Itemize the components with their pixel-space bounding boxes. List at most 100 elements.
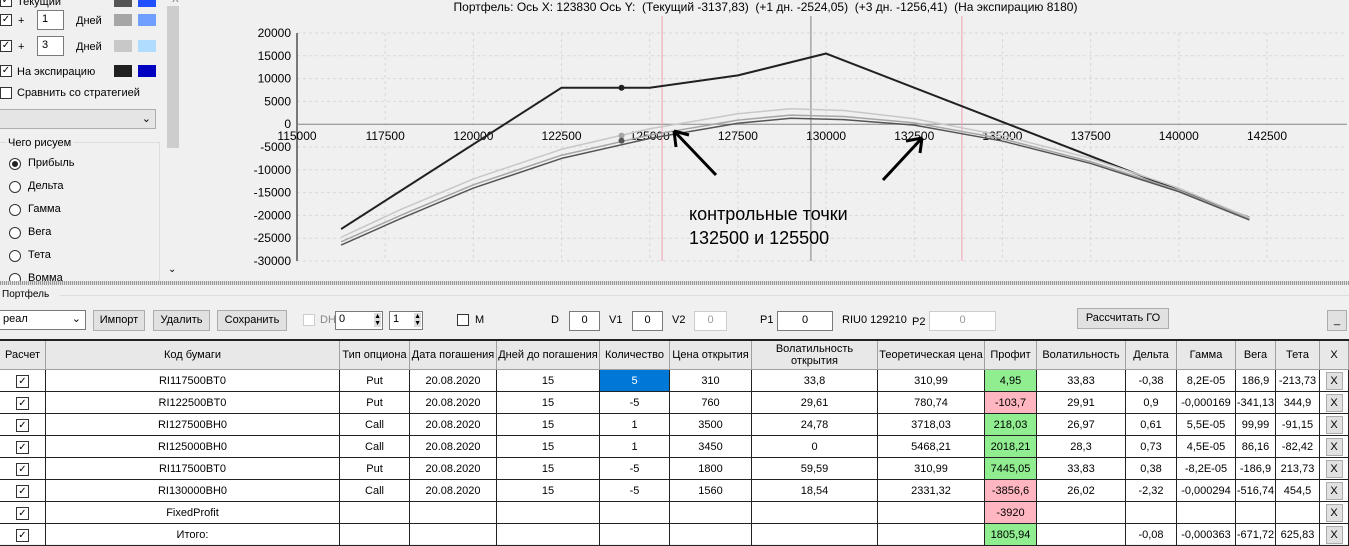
table-cell[interactable]: ✓: [0, 524, 46, 546]
fill-color-swatch[interactable]: [138, 0, 156, 7]
close-button[interactable]: X: [172, 0, 179, 5]
column-header[interactable]: Волатильность: [1037, 341, 1126, 370]
spinner-1[interactable]: 0 ▲ ▼: [335, 311, 383, 330]
compare-checkbox[interactable]: [0, 87, 12, 99]
series-checkbox[interactable]: ✓: [0, 65, 12, 77]
calc-checkbox[interactable]: ✓: [16, 529, 29, 542]
calc-checkbox[interactable]: ✓: [16, 419, 29, 432]
days-input[interactable]: 1: [37, 10, 64, 30]
column-header[interactable]: Расчет: [0, 341, 46, 370]
column-header[interactable]: Тета: [1276, 341, 1320, 370]
portfolio-select[interactable]: реал ⌄: [0, 310, 86, 330]
remove-row-button[interactable]: X: [1325, 372, 1343, 390]
table-cell[interactable]: ✓: [0, 414, 46, 436]
column-header[interactable]: Профит: [985, 341, 1037, 370]
table-cell[interactable]: [600, 524, 670, 546]
line-color-swatch[interactable]: [114, 14, 132, 26]
v2-input[interactable]: 0: [694, 311, 727, 331]
m-checkbox[interactable]: [457, 314, 469, 326]
line-color-swatch[interactable]: [114, 40, 132, 52]
table-cell[interactable]: X: [1320, 392, 1349, 414]
dh-checkbox[interactable]: [303, 314, 315, 326]
table-cell[interactable]: -5: [600, 458, 670, 480]
table-cell[interactable]: X: [1320, 458, 1349, 480]
remove-row-button[interactable]: X: [1325, 482, 1343, 500]
column-header[interactable]: Вега: [1236, 341, 1276, 370]
column-header[interactable]: Тип опциона: [340, 341, 410, 370]
remove-row-button[interactable]: X: [1325, 394, 1343, 412]
series-checkbox[interactable]: ✓: [0, 14, 12, 26]
scrollbar-thumb[interactable]: [167, 6, 179, 148]
calc-checkbox[interactable]: ✓: [16, 375, 29, 388]
p1-input[interactable]: 0: [777, 311, 833, 331]
radio-2[interactable]: [9, 204, 21, 216]
scroll-down-icon[interactable]: ⌄: [168, 264, 176, 275]
remove-row-button[interactable]: X: [1325, 438, 1343, 456]
column-header[interactable]: Дней до погашения: [497, 341, 600, 370]
line-color-swatch[interactable]: [114, 0, 132, 7]
minimize-button[interactable]: _: [1327, 310, 1347, 331]
fill-color-swatch[interactable]: [138, 14, 156, 26]
table-cell[interactable]: ✓: [0, 392, 46, 414]
calc-checkbox[interactable]: ✓: [16, 507, 29, 520]
column-header[interactable]: Цена открытия: [670, 341, 752, 370]
column-header[interactable]: Теоретическая цена: [878, 341, 985, 370]
table-cell[interactable]: X: [1320, 414, 1349, 436]
p2-input[interactable]: 0: [929, 311, 996, 331]
calc-checkbox[interactable]: ✓: [16, 441, 29, 454]
import-button[interactable]: Импорт: [93, 310, 145, 331]
radio-5[interactable]: [9, 273, 21, 281]
column-header[interactable]: Гамма: [1177, 341, 1236, 370]
splitter[interactable]: [0, 281, 1349, 285]
remove-row-button[interactable]: X: [1325, 416, 1343, 434]
column-header[interactable]: Код бумаги: [46, 341, 340, 370]
series-checkbox[interactable]: ✓: [0, 40, 12, 52]
spin-arrows-icon[interactable]: ▲ ▼: [414, 313, 421, 327]
column-header[interactable]: Дельта: [1126, 341, 1177, 370]
save-button[interactable]: Сохранить: [217, 310, 287, 331]
spinner-2[interactable]: 1 ▲ ▼: [389, 311, 423, 330]
delete-button[interactable]: Удалить: [153, 310, 210, 331]
remove-row-button[interactable]: X: [1325, 460, 1343, 478]
calc-checkbox[interactable]: ✓: [16, 397, 29, 410]
calc-go-button[interactable]: Рассчитать ГО: [1077, 308, 1169, 329]
left-scrollbar[interactable]: ⌄: [165, 0, 181, 280]
v1-input[interactable]: 0: [632, 311, 663, 331]
calc-checkbox[interactable]: ✓: [16, 463, 29, 476]
spin-arrows-icon[interactable]: ▲ ▼: [374, 313, 381, 327]
radio-1[interactable]: [9, 181, 21, 193]
days-input[interactable]: 3: [37, 36, 64, 56]
table-cell[interactable]: -5: [600, 480, 670, 502]
series-checkbox[interactable]: ✓: [0, 0, 12, 7]
column-header[interactable]: X: [1320, 341, 1349, 370]
column-header[interactable]: Волатильность открытия: [752, 341, 878, 370]
table-cell[interactable]: ✓: [0, 436, 46, 458]
column-header[interactable]: Дата погашения: [410, 341, 497, 370]
radio-4[interactable]: [9, 250, 21, 262]
remove-row-button[interactable]: X: [1325, 504, 1343, 522]
table-cell[interactable]: X: [1320, 524, 1349, 546]
table-cell[interactable]: ✓: [0, 458, 46, 480]
radio-0[interactable]: [9, 158, 21, 170]
remove-row-button[interactable]: X: [1325, 526, 1343, 544]
table-cell[interactable]: 5: [600, 370, 670, 392]
fill-color-swatch[interactable]: [138, 40, 156, 52]
d-input[interactable]: 0: [569, 311, 600, 331]
table-cell[interactable]: X: [1320, 502, 1349, 524]
line-color-swatch[interactable]: [114, 65, 132, 77]
radio-3[interactable]: [9, 227, 21, 239]
table-cell[interactable]: -5: [600, 392, 670, 414]
column-header[interactable]: Количество: [600, 341, 670, 370]
table-cell[interactable]: ✓: [0, 502, 46, 524]
table-cell[interactable]: X: [1320, 370, 1349, 392]
table-cell[interactable]: 1: [600, 436, 670, 458]
table-cell[interactable]: [600, 502, 670, 524]
payoff-chart[interactable]: 20000150001000050000-5000-10000-15000-20…: [181, 16, 1349, 281]
calc-checkbox[interactable]: ✓: [16, 485, 29, 498]
table-cell[interactable]: ✓: [0, 480, 46, 502]
table-cell[interactable]: 1: [600, 414, 670, 436]
table-cell[interactable]: ✓: [0, 370, 46, 392]
strategy-select[interactable]: ⌄: [0, 109, 156, 129]
fill-color-swatch[interactable]: [138, 65, 156, 77]
table-cell[interactable]: X: [1320, 436, 1349, 458]
